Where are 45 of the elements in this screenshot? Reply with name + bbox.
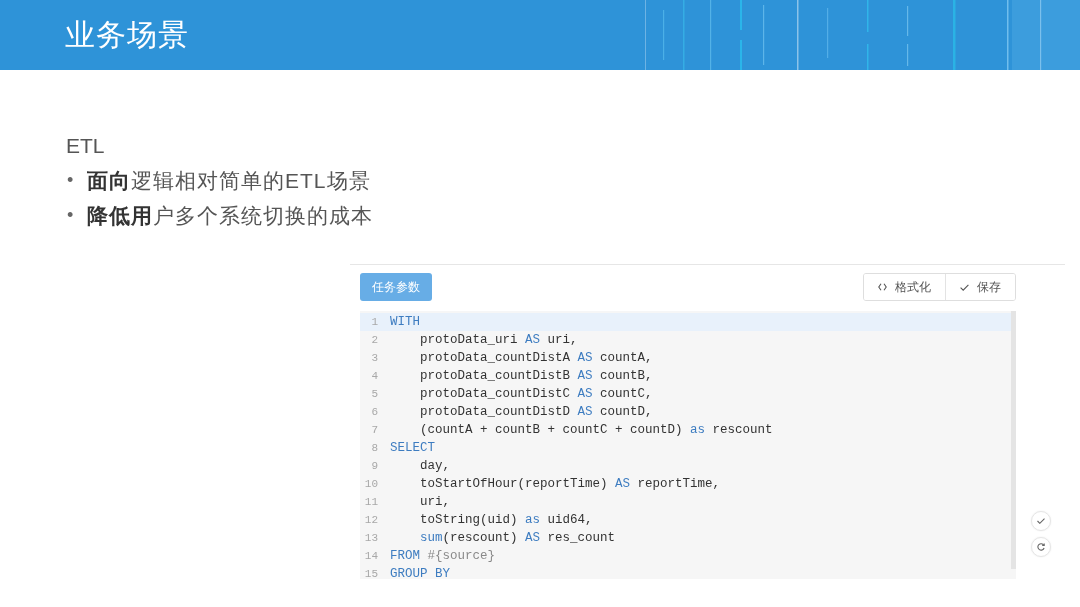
line-number: 15 [363, 568, 379, 579]
code-icon [878, 283, 887, 291]
scrollbar[interactable] [1011, 311, 1016, 569]
line-number: 12 [363, 514, 379, 526]
line-number: 14 [363, 550, 379, 562]
refresh-button[interactable] [1030, 537, 1051, 557]
code-line: uri, [420, 495, 450, 509]
bullet-mark: • [67, 170, 75, 191]
code-line: SELECT [390, 441, 435, 455]
line-number: 9 [370, 460, 379, 472]
line-number: 6 [370, 406, 379, 418]
line-number: 10 [363, 478, 379, 490]
check-icon [1036, 518, 1045, 524]
code-line: protoData_uri AS uri, [420, 333, 578, 347]
line-number: 13 [363, 532, 379, 544]
line-number: 4 [370, 370, 379, 382]
code-line: day, [420, 459, 450, 473]
slide-title: 业务场景 [65, 17, 189, 53]
code-line: toString(uid) as uid64, [420, 513, 593, 527]
code-line: protoData_countDistC AS countC, [420, 387, 653, 401]
code-editor[interactable] [360, 311, 1016, 579]
section-heading: ETL [66, 133, 105, 159]
save-button[interactable]: 保存 [945, 274, 1015, 300]
code-line: GROUP BY [390, 567, 450, 579]
line-number: 11 [363, 496, 379, 508]
line-number: 8 [370, 442, 379, 454]
bullet-text: 降低用户多个系统切换的成本 [87, 202, 373, 229]
bullet-text: 面向逻辑相对简单的ETL场景 [87, 167, 371, 194]
code-line: protoData_countDistD AS countD, [420, 405, 653, 419]
code-line: protoData_countDistB AS countB, [420, 369, 653, 383]
code-line: FROM #{source} [390, 549, 496, 563]
code-line: protoData_countDistA AS countA, [420, 351, 653, 365]
line-number: 5 [370, 388, 379, 400]
confirm-button[interactable] [1030, 511, 1051, 531]
code-line: WITH [390, 315, 420, 329]
line-number: 7 [370, 424, 379, 436]
line-number: 1 [370, 316, 379, 328]
bullet-mark: • [67, 205, 75, 226]
line-number: 2 [370, 334, 379, 346]
line-number: 3 [370, 352, 379, 364]
check-icon [960, 283, 969, 291]
code-line: sum(rescount) AS res_count [420, 531, 616, 545]
refresh-icon [1036, 543, 1045, 551]
code-line: toStartOfHour(reportTime) AS reportTime, [420, 477, 721, 491]
code-line: (countA + countB + countC + countD) as rescount [420, 423, 773, 437]
